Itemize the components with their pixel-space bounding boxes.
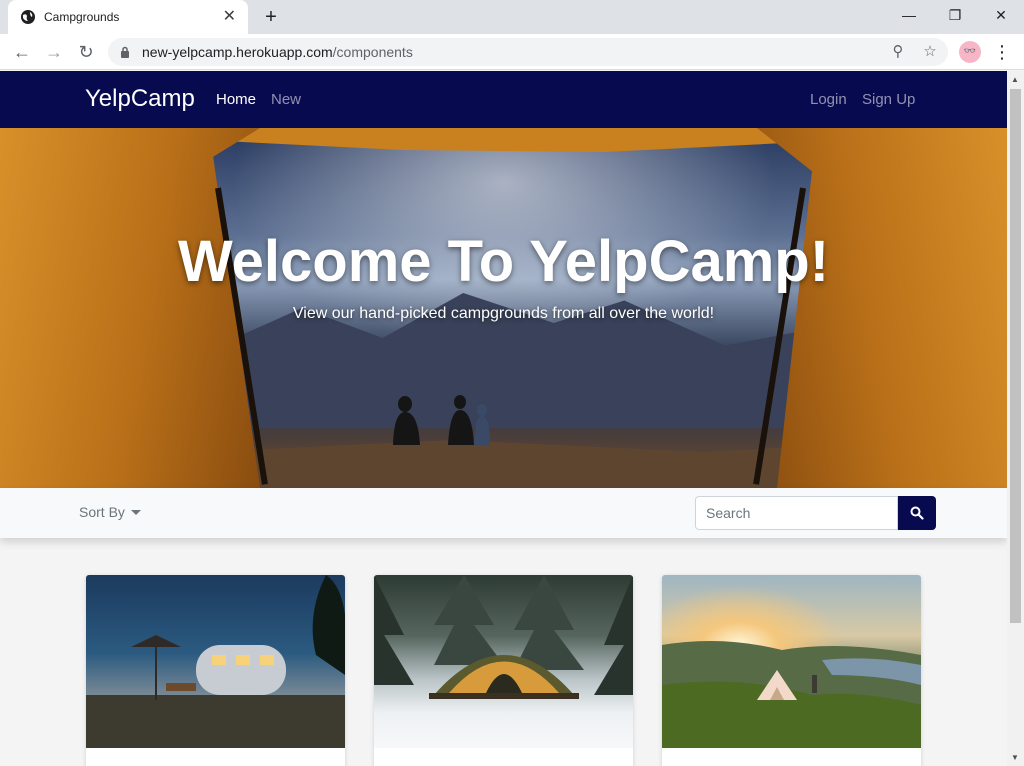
hero-title: Welcome To YelpCamp! bbox=[177, 229, 830, 294]
sort-by-label: Sort By bbox=[79, 504, 125, 520]
browser-tab[interactable]: Campgrounds ✕ bbox=[8, 0, 248, 34]
search-icon bbox=[910, 506, 924, 520]
campground-card[interactable] bbox=[662, 575, 921, 766]
nav-signup-link[interactable]: Sign Up bbox=[862, 91, 915, 108]
sort-by-dropdown[interactable]: Sort By bbox=[79, 504, 141, 520]
search-input[interactable] bbox=[695, 496, 898, 530]
hero-people-silhouette bbox=[393, 395, 490, 445]
profile-avatar[interactable]: 👓 bbox=[959, 41, 981, 63]
zoom-icon[interactable]: ⚲ bbox=[886, 40, 910, 64]
filter-bar: Sort By bbox=[0, 488, 1007, 538]
caret-down-icon bbox=[130, 510, 141, 515]
scrollbar-thumb[interactable] bbox=[1010, 89, 1021, 623]
close-tab-icon[interactable]: ✕ bbox=[223, 9, 236, 25]
hero-subtitle: View our hand-picked campgrounds from al… bbox=[292, 305, 715, 322]
hero-banner: Welcome To YelpCamp! View our hand-picke… bbox=[0, 128, 1007, 488]
snowy-forest-tent-photo bbox=[374, 575, 633, 748]
lock-icon bbox=[121, 46, 129, 58]
url-path: /components bbox=[332, 44, 413, 60]
browser-menu-icon[interactable]: ⋮ bbox=[990, 40, 1014, 64]
site-navbar: YelpCamp Home New Login Sign Up bbox=[0, 71, 1007, 128]
forward-icon[interactable]: → bbox=[40, 38, 68, 66]
browser-tab-bar: Campgrounds ✕ + — ❐ ✕ bbox=[0, 0, 1024, 34]
campground-card[interactable] bbox=[86, 575, 345, 766]
page-scrollbar[interactable]: ▲ ▼ bbox=[1007, 71, 1024, 766]
browser-toolbar: ← → ↻ new-yelpcamp.herokuapp.com/compone… bbox=[0, 34, 1024, 70]
bookmark-star-icon[interactable]: ☆ bbox=[918, 40, 942, 64]
campground-card[interactable] bbox=[374, 575, 633, 766]
back-icon[interactable]: ← bbox=[8, 38, 36, 66]
nav-new-link[interactable]: New bbox=[271, 91, 301, 108]
reload-icon[interactable]: ↻ bbox=[72, 38, 100, 66]
new-tab-button[interactable]: + bbox=[260, 6, 282, 28]
restore-icon[interactable]: ❐ bbox=[932, 0, 978, 30]
nav-login-link[interactable]: Login bbox=[810, 91, 847, 108]
scroll-down-icon[interactable]: ▼ bbox=[1011, 753, 1019, 762]
brand-logo[interactable]: YelpCamp bbox=[85, 85, 195, 113]
search-button[interactable] bbox=[898, 496, 936, 530]
globe-icon bbox=[21, 10, 35, 24]
scroll-up-icon[interactable]: ▲ bbox=[1011, 75, 1019, 84]
nav-home-link[interactable]: Home bbox=[216, 91, 256, 108]
page-viewport: YelpCamp Home New Login Sign Up Welcome … bbox=[0, 71, 1007, 766]
mountain-sunset-tent-photo bbox=[662, 575, 921, 748]
url-host: new-yelpcamp.herokuapp.com bbox=[142, 44, 333, 60]
tab-title: Campgrounds bbox=[44, 10, 120, 24]
window-close-icon[interactable]: ✕ bbox=[978, 0, 1024, 30]
address-bar[interactable]: new-yelpcamp.herokuapp.com/components bbox=[108, 38, 948, 66]
minimize-icon[interactable]: — bbox=[886, 0, 932, 30]
vintage-trailer-campsite-photo bbox=[86, 575, 345, 748]
